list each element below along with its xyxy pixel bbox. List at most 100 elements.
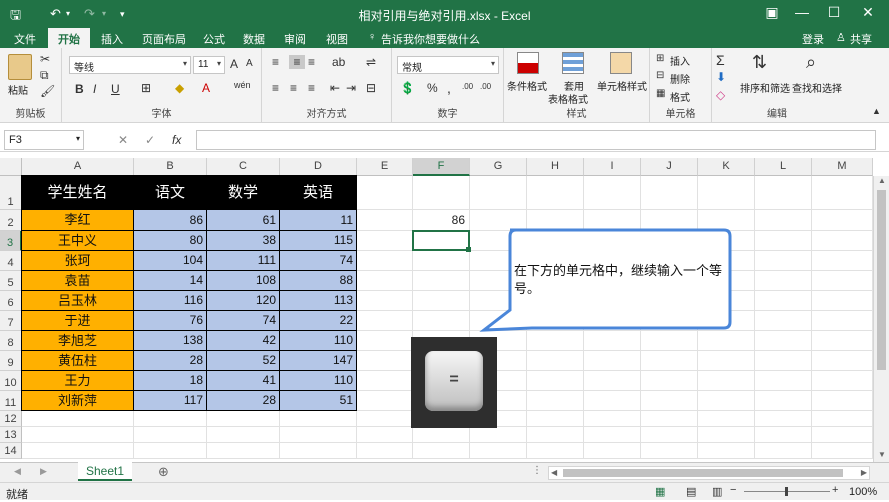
- font-size-select[interactable]: 11 ▾: [193, 56, 225, 74]
- score-cell[interactable]: 120: [206, 290, 280, 311]
- column-header-A[interactable]: A: [22, 158, 134, 176]
- row-header-9[interactable]: 9: [0, 351, 22, 371]
- score-cell[interactable]: 147: [279, 350, 357, 371]
- score-cell[interactable]: 108: [206, 270, 280, 291]
- row-header-13[interactable]: 13: [0, 427, 22, 443]
- column-header-L[interactable]: L: [755, 158, 812, 176]
- delete-cells-button[interactable]: 删除: [670, 71, 690, 86]
- column-header-H[interactable]: H: [527, 158, 584, 176]
- format-cells-button[interactable]: 格式: [670, 89, 690, 104]
- accounting-icon[interactable]: 💲: [400, 81, 415, 95]
- underline-button[interactable]: U: [111, 82, 120, 96]
- score-cell[interactable]: 88: [279, 270, 357, 291]
- align-right-icon[interactable]: ≡: [308, 81, 315, 95]
- select-all-button[interactable]: [0, 158, 22, 176]
- minimize-button[interactable]: —: [787, 4, 817, 20]
- row-header-11[interactable]: 11: [0, 391, 22, 411]
- score-cell[interactable]: 80: [133, 230, 207, 251]
- decrease-indent-icon[interactable]: ⇤: [330, 81, 340, 95]
- student-name-cell[interactable]: 于进: [21, 310, 134, 331]
- format-painter-icon[interactable]: 🖌: [40, 84, 55, 98]
- student-name-cell[interactable]: 吕玉林: [21, 290, 134, 311]
- score-cell[interactable]: 38: [206, 230, 280, 251]
- sort-filter-button[interactable]: 排序和筛选: [740, 80, 790, 95]
- score-cell[interactable]: 28: [133, 350, 207, 371]
- format-table-label-2[interactable]: 表格格式: [548, 91, 588, 106]
- grow-font-icon[interactable]: A: [230, 57, 238, 71]
- merge-center-icon[interactable]: ⊟: [366, 81, 376, 95]
- cut-icon[interactable]: ✂: [40, 52, 50, 66]
- page-break-view-icon[interactable]: ▥: [712, 485, 722, 498]
- prev-sheet-icon[interactable]: ◀: [14, 466, 21, 477]
- conditional-format-icon[interactable]: [517, 52, 539, 74]
- row-header-10[interactable]: 10: [0, 371, 22, 391]
- align-center-icon[interactable]: ≡: [290, 81, 297, 95]
- row-header-14[interactable]: 14: [0, 443, 22, 459]
- table-header-cell[interactable]: 英语: [279, 175, 357, 210]
- increase-decimal-icon[interactable]: .00: [462, 82, 473, 91]
- tab-formulas[interactable]: 公式: [203, 31, 225, 47]
- student-name-cell[interactable]: 王中义: [21, 230, 134, 251]
- find-select-button[interactable]: 查找和选择: [792, 80, 842, 95]
- share-icon[interactable]: ♙: [836, 31, 846, 44]
- tab-insert[interactable]: 插入: [101, 31, 123, 47]
- clear-icon[interactable]: ◇: [716, 88, 725, 102]
- sign-in-link[interactable]: 登录: [802, 31, 824, 47]
- autosum-icon[interactable]: Σ: [716, 52, 725, 68]
- score-cell[interactable]: 14: [133, 270, 207, 291]
- font-name-select[interactable]: 等线 ▾: [69, 56, 191, 74]
- table-header-cell[interactable]: 语文: [133, 175, 207, 210]
- confirm-entry-button[interactable]: ✓: [145, 133, 155, 147]
- bold-button[interactable]: B: [75, 82, 84, 96]
- score-cell[interactable]: 76: [133, 310, 207, 331]
- score-cell[interactable]: 104: [133, 250, 207, 271]
- row-header-1[interactable]: 1: [0, 176, 22, 210]
- student-name-cell[interactable]: 黄伍柱: [21, 350, 134, 371]
- comma-button[interactable]: ,: [447, 80, 451, 96]
- row-header-2[interactable]: 2: [0, 210, 22, 231]
- tab-split-icon[interactable]: ⋮: [532, 465, 542, 476]
- column-header-B[interactable]: B: [134, 158, 207, 176]
- align-top-icon[interactable]: ≡: [272, 55, 279, 69]
- align-bottom-icon[interactable]: ≡: [308, 55, 315, 69]
- insert-cells-icon[interactable]: ⊞: [656, 53, 664, 64]
- column-header-F[interactable]: F: [413, 158, 470, 176]
- tab-view[interactable]: 视图: [326, 31, 348, 47]
- page-layout-view-icon[interactable]: ▤: [686, 485, 696, 498]
- score-cell[interactable]: 111: [206, 250, 280, 271]
- score-cell[interactable]: 138: [133, 330, 207, 351]
- tab-review[interactable]: 审阅: [284, 31, 306, 47]
- next-sheet-icon[interactable]: ▶: [40, 466, 47, 477]
- zoom-level[interactable]: 100%: [849, 486, 877, 498]
- increase-indent-icon[interactable]: ⇥: [346, 81, 356, 95]
- row-header-12[interactable]: 12: [0, 411, 22, 427]
- paste-icon[interactable]: [8, 54, 32, 80]
- tab-home[interactable]: 开始: [48, 28, 90, 48]
- score-cell[interactable]: 74: [279, 250, 357, 271]
- tell-me-search[interactable]: 告诉我你想要做什么: [381, 31, 480, 47]
- table-header-cell[interactable]: 学生姓名: [21, 175, 134, 210]
- row-header-8[interactable]: 8: [0, 331, 22, 351]
- ribbon-display-icon[interactable]: ▣: [757, 4, 787, 21]
- column-header-D[interactable]: D: [280, 158, 357, 176]
- fill-color-icon[interactable]: ◆: [175, 81, 184, 95]
- column-header-J[interactable]: J: [641, 158, 698, 176]
- fill-icon[interactable]: ⬇: [716, 70, 726, 84]
- score-cell[interactable]: 11: [279, 209, 357, 231]
- score-cell[interactable]: 115: [279, 230, 357, 251]
- percent-button[interactable]: %: [427, 81, 438, 95]
- column-header-M[interactable]: M: [812, 158, 873, 176]
- number-format-select[interactable]: 常规 ▾: [397, 56, 499, 74]
- score-cell[interactable]: 110: [279, 330, 357, 351]
- score-cell[interactable]: 41: [206, 370, 280, 391]
- score-cell[interactable]: 52: [206, 350, 280, 371]
- collapse-ribbon-icon[interactable]: ▲: [872, 106, 881, 116]
- row-header-5[interactable]: 5: [0, 271, 22, 291]
- decrease-decimal-icon[interactable]: .00: [480, 82, 491, 91]
- student-name-cell[interactable]: 李红: [21, 209, 134, 231]
- phonetic-icon[interactable]: wén: [234, 80, 251, 90]
- score-cell[interactable]: 18: [133, 370, 207, 391]
- column-header-E[interactable]: E: [357, 158, 413, 176]
- column-header-K[interactable]: K: [698, 158, 755, 176]
- score-cell[interactable]: 22: [279, 310, 357, 331]
